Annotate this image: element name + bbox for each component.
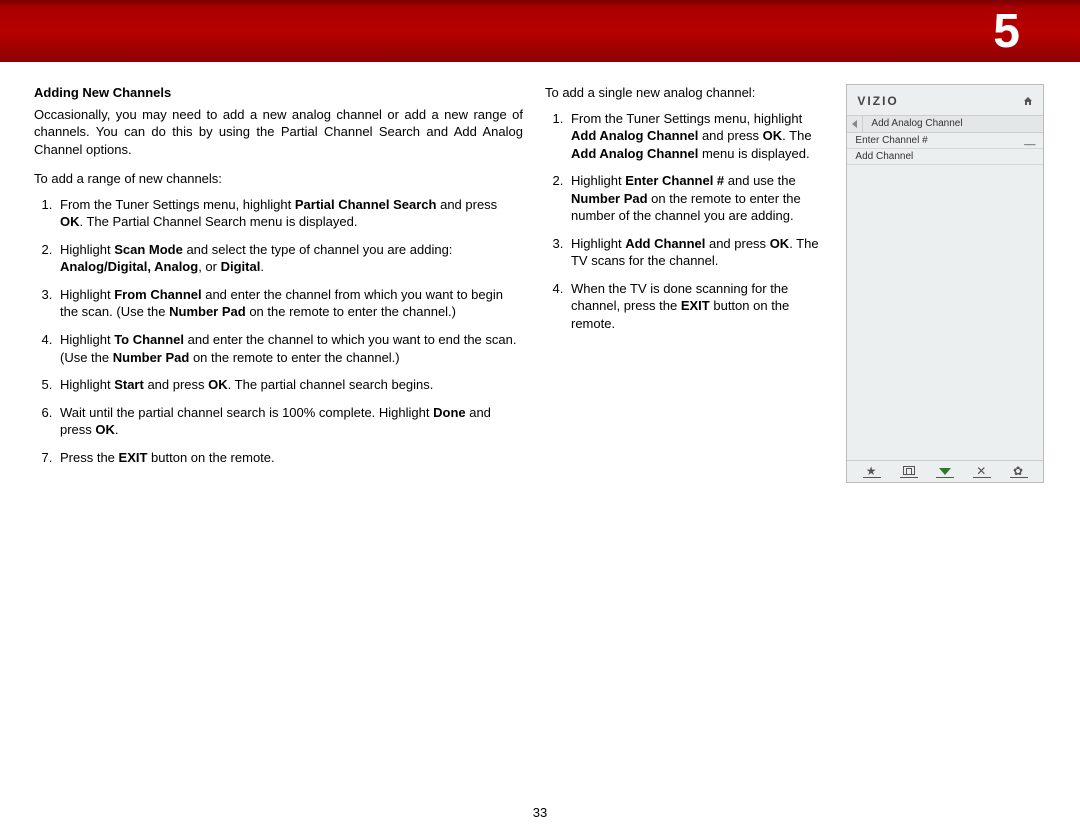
back-icon[interactable] bbox=[847, 116, 863, 132]
step-4: Highlight To Channel and enter the chann… bbox=[56, 331, 523, 366]
step-6: Wait until the partial channel search is… bbox=[56, 404, 523, 439]
osd-value: __ bbox=[1024, 134, 1035, 148]
page-body: Adding New Channels Occasionally, you ma… bbox=[0, 62, 1080, 493]
star-icon[interactable]: ★ bbox=[866, 464, 877, 478]
steps-range: From the Tuner Settings menu, highlight … bbox=[34, 196, 523, 467]
step-3: Highlight From Channel and enter the cha… bbox=[56, 286, 523, 321]
page-number: 33 bbox=[0, 805, 1080, 820]
step-1: From the Tuner Settings menu, highlight … bbox=[56, 196, 523, 231]
column-left: Adding New Channels Occasionally, you ma… bbox=[34, 84, 523, 483]
intro-paragraph: Occasionally, you may need to add a new … bbox=[34, 106, 523, 159]
chapter-number: 5 bbox=[993, 4, 1020, 59]
steps-single: From the Tuner Settings menu, highlight … bbox=[545, 110, 824, 333]
osd-label: Enter Channel # bbox=[855, 134, 927, 148]
gear-icon[interactable]: ✿ bbox=[1013, 464, 1023, 478]
home-icon[interactable] bbox=[1023, 96, 1033, 106]
section-heading: Adding New Channels bbox=[34, 84, 523, 102]
list-lead-range: To add a range of new channels: bbox=[34, 170, 523, 188]
list-lead-single: To add a single new analog channel: bbox=[545, 84, 824, 102]
step-2: Highlight Enter Channel # and use the Nu… bbox=[567, 172, 824, 225]
osd-body-space bbox=[847, 165, 1043, 460]
step-2: Highlight Scan Mode and select the type … bbox=[56, 241, 523, 276]
step-1: From the Tuner Settings menu, highlight … bbox=[567, 110, 824, 163]
step-4: When the TV is done scanning for the cha… bbox=[567, 280, 824, 333]
osd-title: Add Analog Channel bbox=[863, 117, 962, 131]
osd-row-enter-channel[interactable]: Enter Channel # __ bbox=[847, 133, 1043, 149]
osd-header: VIZIO bbox=[847, 85, 1043, 115]
step-7: Press the EXIT button on the remote. bbox=[56, 449, 523, 467]
column-middle: To add a single new analog channel: From… bbox=[545, 84, 824, 483]
osd-title-bar: Add Analog Channel bbox=[847, 115, 1043, 133]
step-3: Highlight Add Channel and press OK. The … bbox=[567, 235, 824, 270]
osd-logo: VIZIO bbox=[857, 93, 898, 109]
chapter-header-bar: 5 bbox=[0, 0, 1080, 62]
step-5: Highlight Start and press OK. The partia… bbox=[56, 376, 523, 394]
close-icon[interactable]: ✕ bbox=[976, 464, 986, 478]
chevron-down-icon[interactable] bbox=[939, 468, 951, 475]
wide-icon[interactable] bbox=[903, 466, 915, 475]
osd-row-add-channel[interactable]: Add Channel bbox=[847, 149, 1043, 165]
osd-label: Add Channel bbox=[855, 150, 913, 164]
column-right: VIZIO Add Analog Channel Enter Channel #… bbox=[846, 84, 1046, 483]
osd-footer: ★ ✕ ✿ bbox=[847, 460, 1043, 482]
osd-menu: VIZIO Add Analog Channel Enter Channel #… bbox=[846, 84, 1044, 483]
